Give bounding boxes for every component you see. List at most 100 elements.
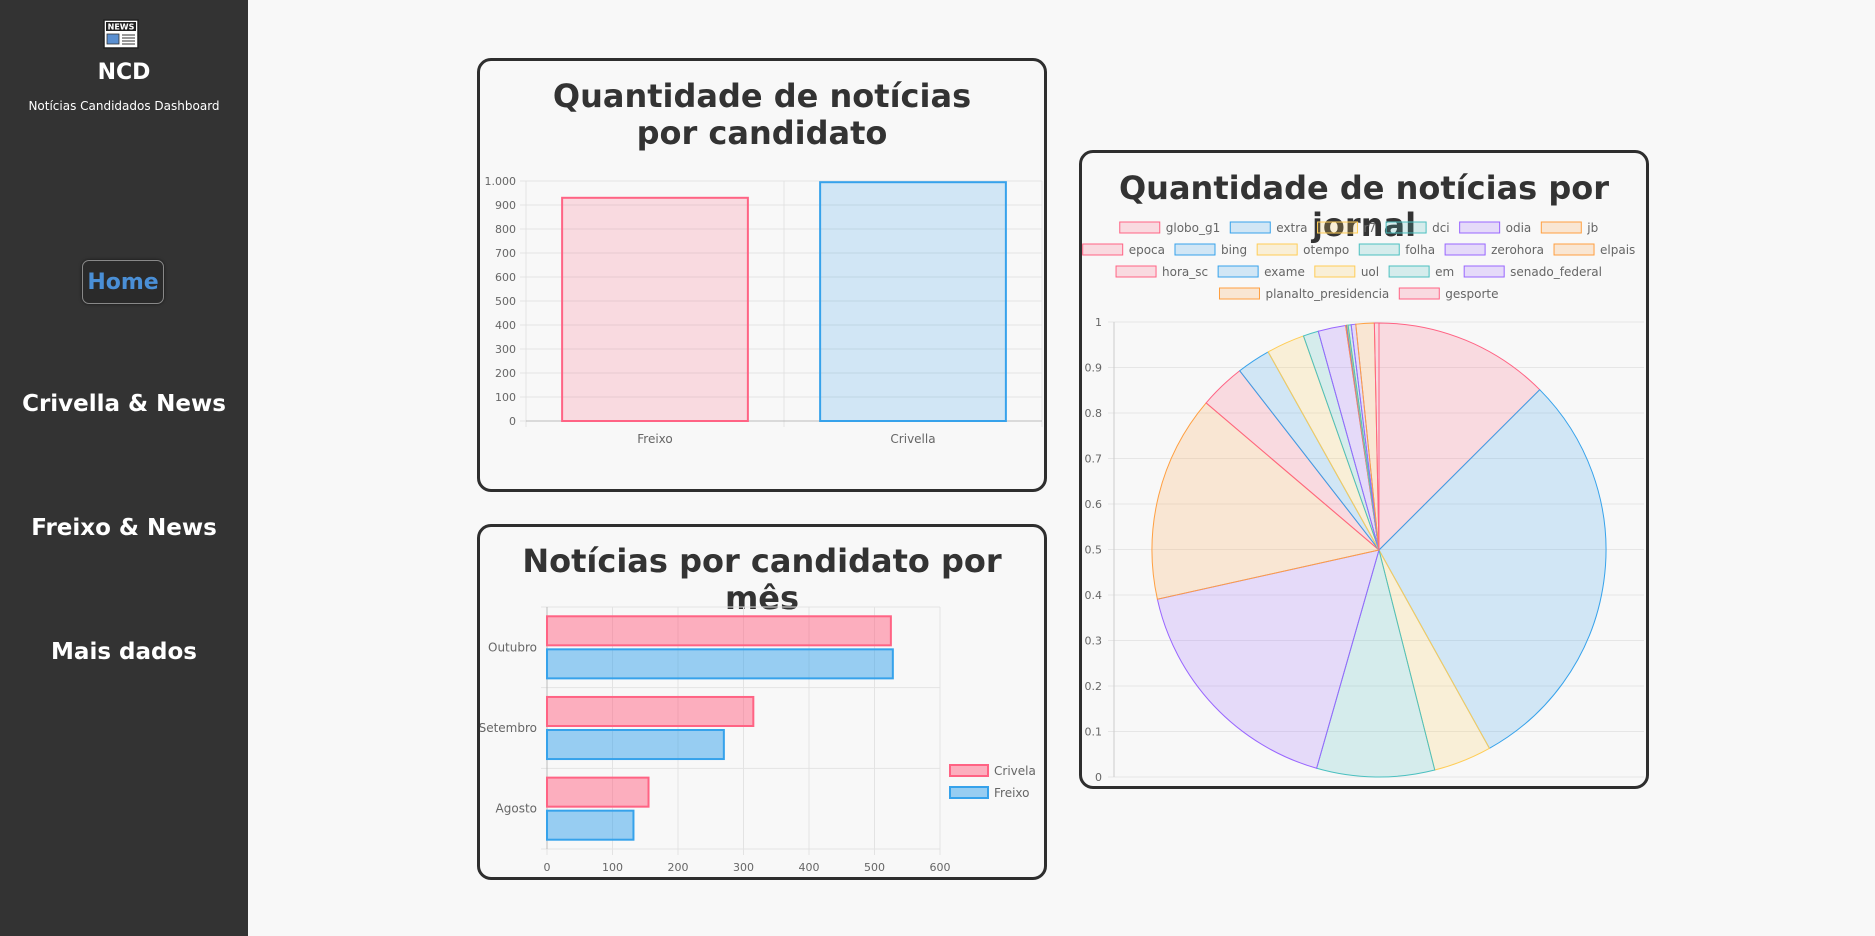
bar-outubro-crivela: [546, 615, 892, 647]
y-tick-label: 0.2: [1085, 680, 1103, 693]
y-tick-label: 900: [495, 199, 516, 212]
x-tick-label: 100: [602, 861, 623, 874]
legend-swatch: [1174, 243, 1216, 256]
x-tick-label: Crivella: [890, 432, 935, 446]
legend-label: globo_g1: [1166, 221, 1221, 235]
legend-swatch: [1540, 221, 1582, 234]
legend-swatch: [1314, 265, 1356, 278]
legend-label: zerohora: [1491, 243, 1544, 257]
legend-swatch: [1459, 221, 1501, 234]
y-tick-label: 0: [509, 415, 516, 428]
legend-label: em: [1435, 265, 1454, 279]
bar-setembro-freixo: [546, 729, 725, 761]
y-tick-label: 1: [1095, 316, 1102, 329]
bar-outubro-freixo: [546, 648, 894, 680]
legend-swatch: [1256, 243, 1298, 256]
legend-label: jb: [1586, 221, 1598, 235]
bar-setembro-crivela: [546, 695, 755, 727]
y-tick-label: 300: [495, 343, 516, 356]
legend-label: uol: [1361, 265, 1379, 279]
nav-freixo-news[interactable]: Freixo & News: [0, 515, 248, 541]
legend-label: Crivela: [994, 764, 1036, 778]
y-tick-label: Outubro: [488, 640, 537, 654]
y-tick-label: 0.8: [1085, 407, 1103, 420]
y-tick-label: 400: [495, 319, 516, 332]
legend-swatch: [1082, 243, 1124, 256]
legend-swatch: [1358, 243, 1400, 256]
legend-swatch: [1385, 221, 1427, 234]
y-tick-label: 0.9: [1085, 362, 1103, 375]
legend-label: elpais: [1600, 243, 1635, 257]
nav-mais-dados[interactable]: Mais dados: [0, 639, 248, 665]
x-tick-label: 0: [544, 861, 551, 874]
y-tick-label: 500: [495, 295, 516, 308]
bar-chart: 0 100 200 300 400 500 600 700 800 900 1.000 Freixo C…: [485, 175, 1043, 446]
legend-label: dci: [1432, 221, 1450, 235]
legend-label: gesporte: [1445, 287, 1498, 301]
y-tick-label: 600: [495, 271, 516, 284]
legend-label: otempo: [1303, 243, 1349, 257]
pie-chart: globo_g1 extra r7 dci odia jb epoca bing otempo f…: [1082, 221, 1644, 784]
legend-swatch: [1229, 221, 1271, 234]
brand-title: NCD: [97, 60, 151, 85]
legend-label: extra: [1276, 221, 1307, 235]
card-noticias-por-mes: Notícias por candidato por mês 0 100 200 30…: [477, 524, 1047, 880]
y-tick-label: Agosto: [496, 802, 537, 816]
x-tick-label: 500: [864, 861, 885, 874]
y-tick-label: 0.4: [1085, 589, 1103, 602]
bar-freixo: [561, 196, 749, 422]
x-tick-label: 300: [733, 861, 754, 874]
y-tick-label: 800: [495, 223, 516, 236]
x-tick-label: 600: [930, 861, 951, 874]
legend-swatch: [1115, 265, 1157, 278]
bar-agosto-crivela: [546, 776, 650, 808]
y-tick-label: 0.5: [1085, 544, 1103, 557]
legend-swatch: [1388, 265, 1430, 278]
x-tick-label: 400: [799, 861, 820, 874]
brand-subtitle: Notícias Candidados Dashboard: [28, 99, 220, 113]
nav-crivella-news[interactable]: Crivella & News: [0, 391, 248, 417]
hbar-chart: 0 100 200 300 400 500 600 Outubro Setembro Agosto…: [480, 606, 1036, 874]
y-tick-label: Setembro: [480, 721, 537, 735]
legend-label: epoca: [1129, 243, 1165, 257]
legend-label: odia: [1506, 221, 1532, 235]
chart-title: Quantidade de notícias por candidato: [552, 77, 972, 152]
x-tick-label: Freixo: [637, 432, 673, 446]
legend-swatch: [1553, 243, 1595, 256]
bar-agosto-freixo: [546, 809, 635, 841]
y-tick-label: 200: [495, 367, 516, 380]
legend-label: Freixo: [994, 786, 1030, 800]
legend-label: bing: [1221, 243, 1247, 257]
sidebar: NEWS NCD Notícias Candidados Dashboard H…: [0, 0, 248, 936]
y-tick-label: 0.1: [1085, 726, 1103, 739]
y-tick-label: 0.6: [1085, 498, 1103, 511]
x-tick-label: 200: [668, 861, 689, 874]
y-tick-label: 0.7: [1085, 453, 1103, 466]
newspaper-icon: NEWS: [103, 19, 139, 49]
y-tick-label: 100: [495, 391, 516, 404]
y-tick-label: 0.3: [1085, 635, 1103, 648]
card-noticias-por-candidato: Quantidade de notícias por candidato 0 10…: [477, 58, 1047, 492]
bar-crivella: [819, 181, 1007, 423]
legend-swatch: [949, 764, 989, 777]
legend-label: senado_federal: [1510, 265, 1602, 279]
nav-home-button[interactable]: Home: [82, 260, 164, 304]
legend-swatch: [1317, 221, 1359, 234]
legend-label: folha: [1405, 243, 1435, 257]
legend-swatch: [1463, 265, 1505, 278]
legend-swatch: [949, 786, 989, 799]
legend-swatch: [1444, 243, 1486, 256]
y-tick-label: 700: [495, 247, 516, 260]
legend-label: exame: [1264, 265, 1305, 279]
legend-swatch: [1119, 221, 1161, 234]
legend-swatch: [1218, 287, 1260, 300]
y-tick-label: 0: [1095, 771, 1102, 784]
y-tick-label: 1.000: [485, 175, 517, 188]
svg-text:NEWS: NEWS: [108, 23, 135, 32]
legend-label: hora_sc: [1162, 265, 1208, 279]
legend-label: r7: [1364, 221, 1377, 235]
legend-label: planalto_presidencia: [1265, 287, 1389, 301]
legend-swatch: [1398, 287, 1440, 300]
card-noticias-por-jornal: Quantidade de notícias por jornal globo_…: [1079, 150, 1649, 789]
legend-swatch: [1217, 265, 1259, 278]
